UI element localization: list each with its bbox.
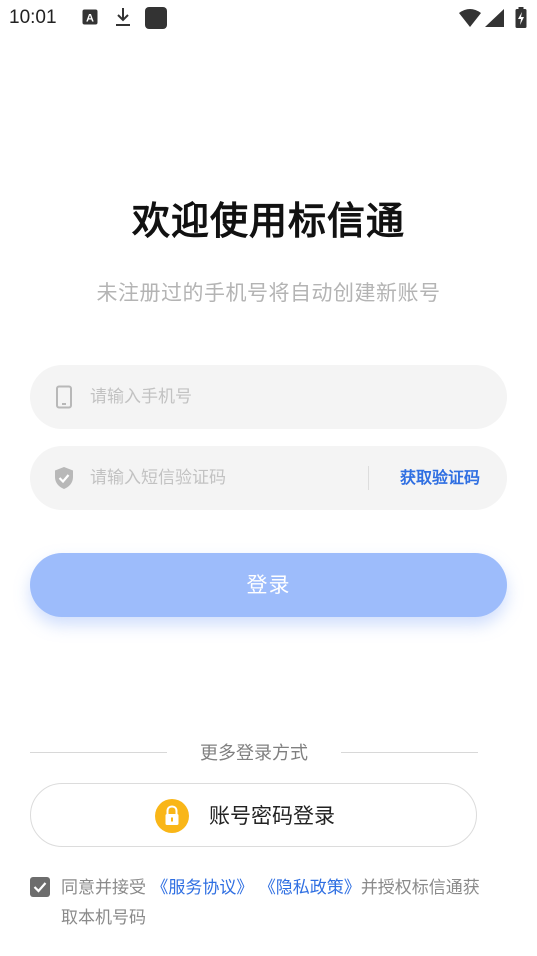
more-login-label: 更多登录方式 xyxy=(200,743,308,764)
phone-input[interactable] xyxy=(90,365,490,429)
divider-left xyxy=(30,752,167,753)
sms-code-input[interactable] xyxy=(90,446,370,510)
status-time: 10:01 xyxy=(9,7,57,28)
code-divider xyxy=(368,466,369,490)
privacy-policy-link[interactable]: 《隐私政策》 xyxy=(259,878,361,898)
download-icon xyxy=(116,8,130,26)
phone-field[interactable] xyxy=(30,365,507,429)
signal-icon xyxy=(485,9,504,27)
app-square-icon xyxy=(145,7,167,29)
shield-check-icon xyxy=(55,467,73,489)
agreement-text: 同意并接受 《服务协议》 《隐私政策》并授权标信通获取本机号码 xyxy=(61,873,491,933)
get-code-button[interactable]: 获取验证码 xyxy=(382,446,498,510)
service-agreement-link[interactable]: 《服务协议》 xyxy=(151,878,253,898)
battery-charging-icon xyxy=(515,7,527,28)
divider-right xyxy=(341,752,478,753)
agreement-checkbox[interactable] xyxy=(30,877,50,897)
checkmark-icon xyxy=(33,882,47,893)
phone-icon xyxy=(56,385,72,409)
agreement-prefix: 同意并接受 xyxy=(61,878,146,898)
sms-code-field[interactable]: 获取验证码 xyxy=(30,446,507,510)
page-title: 欢迎使用标信通 xyxy=(131,199,405,243)
account-password-login-label: 账号密码登录 xyxy=(209,804,335,828)
login-button[interactable]: 登录 xyxy=(30,553,507,617)
page-subtitle: 未注册过的手机号将自动创建新账号 xyxy=(96,281,441,305)
status-bar: 10:01 A xyxy=(0,0,537,36)
lock-icon xyxy=(155,799,189,833)
wifi-icon xyxy=(459,9,481,27)
account-password-login-button[interactable]: 账号密码登录 xyxy=(30,783,477,847)
svg-text:A: A xyxy=(86,13,94,25)
font-app-icon: A xyxy=(82,9,98,25)
